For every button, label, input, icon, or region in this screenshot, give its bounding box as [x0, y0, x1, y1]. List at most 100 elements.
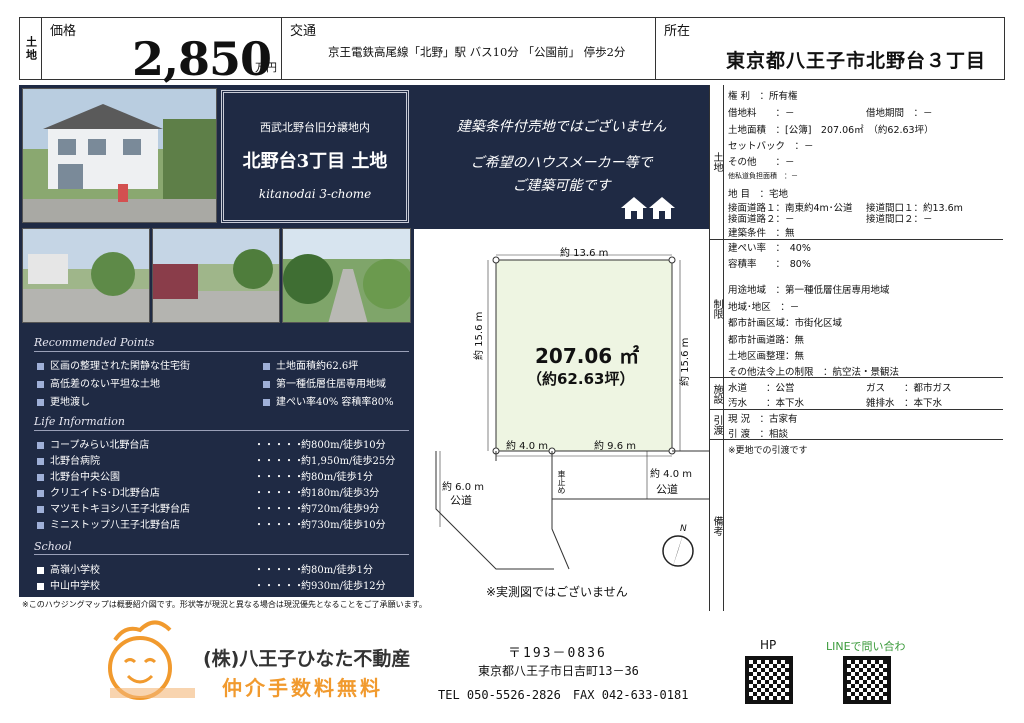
life-item-name: マツモトキヨシ八王子北野台店 — [50, 504, 190, 515]
life-item-distance: 約180m/徒歩3分 — [301, 488, 380, 499]
facilities-section: 施設 水道 ：公営 ガス ：都市ガス 汚水 ：本下水 雑排水 ：本下水 — [710, 378, 1003, 410]
restrictions-section: 制限 建ぺい率 ： 40% 容積率 ： 80% 用途地域 ：第一種低層住居専用地… — [710, 240, 1003, 378]
school-divider — [34, 554, 409, 555]
lease-fee: 借地料 ：－ — [728, 108, 795, 119]
notice-text: ※このハウジングマップは概要紹介図です。形状等が現況と異なる場合は現況優先となる… — [22, 600, 427, 609]
life-item-distance: 約1,950m/徒歩25分 — [301, 456, 396, 467]
leader-dots: ・・・・・ — [254, 488, 304, 499]
remarks-section-label: 備考 — [710, 440, 724, 611]
house-photo-image — [23, 89, 216, 222]
left-info-panel: 西武北野台旧分譲地内 北野台3丁目 土地 kitanodai 3-chome R… — [19, 85, 414, 597]
plan-bottom-left-dim: 約 4.0 m — [506, 441, 549, 452]
current-status: 現 況 ：古家有 — [728, 414, 798, 425]
recommended-right-3: 建ぺい率40% 容積率80% — [263, 393, 394, 408]
life-item-name: コープみらい北野台店 — [50, 440, 150, 451]
restrictions-section-label: 制限 — [710, 240, 724, 377]
life-item-distance: 約80m/徒歩1分 — [301, 472, 373, 483]
bullet-icon — [37, 458, 44, 465]
school-item: 中山中学校 — [37, 577, 100, 592]
recommended-right-2: 第一種低層住居専用地域 — [263, 375, 386, 390]
line-qr-code[interactable] — [843, 656, 891, 704]
life-item-distance: 約720m/徒歩9分 — [301, 504, 380, 515]
district: 地域･地区 ：－ — [728, 302, 800, 313]
recommended-right-3-text: 建ぺい率40% 容積率80% — [276, 397, 394, 408]
hp-label: HP — [760, 638, 777, 652]
hp-qr-code[interactable] — [745, 656, 793, 704]
facilities-section-label: 施設 — [710, 378, 724, 409]
street-photo-1-image — [23, 229, 149, 322]
car-stop-label: 車止め — [557, 470, 566, 494]
school-heading: School — [34, 540, 72, 553]
company-address: 東京都八王子市日吉町13－36 — [478, 664, 639, 678]
gas: ガス ：都市ガス — [866, 383, 952, 394]
bullet-icon — [37, 474, 44, 481]
school-item-distance: 約930m/徒歩12分 — [301, 581, 386, 592]
site-plan — [435, 254, 709, 570]
recommended-left-3-text: 更地渡し — [50, 397, 90, 408]
rights: 権 利 ：所有権 — [728, 91, 798, 102]
fee-free-slogan: 仲介手数料無料 — [222, 676, 383, 700]
leader-dots: ・・・・・ — [254, 520, 304, 531]
recommended-left-2-text: 高低差のない平坦な土地 — [50, 379, 160, 390]
recommended-left-2: 高低差のない平坦な土地 — [37, 375, 160, 390]
company-name: (株)八王子ひなた不動産 — [203, 648, 411, 670]
listing-romaji: kitanodai 3-chome — [258, 187, 372, 201]
life-heading: Life Information — [34, 415, 125, 428]
road-left-label: 公道 — [450, 494, 472, 507]
price-value: 2,850 — [132, 32, 272, 86]
price-cell: 価格 2,850 万円 — [42, 18, 282, 86]
leader-dots: ・・・・・ — [254, 504, 304, 515]
handover-section: 引渡 現 況 ：古家有 引 渡 ：相談 — [710, 410, 1003, 440]
school-item: 高嶺小学校 — [37, 561, 100, 576]
bullet-icon — [37, 490, 44, 497]
banner-line-1: 建築条件付売地ではございません — [456, 119, 667, 135]
sun-mascot-logo — [108, 620, 195, 700]
life-item-name: 北野台病院 — [50, 456, 100, 467]
life-item: マツモトキヨシ八王子北野台店 — [37, 500, 190, 515]
recommended-right-1-text: 土地面積約62.6坪 — [276, 361, 359, 372]
street-photo-2-image — [153, 229, 279, 322]
city-planning-zone: 都市計画区域：市街化区域 — [728, 318, 843, 329]
other: その他 ：－ — [728, 157, 795, 168]
life-item-distance: 約730m/徒歩10分 — [301, 520, 386, 531]
property-details-table: 土地 権 利 ：所有権 借地料 ：－ 借地期間 ：－ 土地面積 ：[公簿] 20… — [709, 85, 1003, 611]
life-item-distance: 約800m/徒歩10分 — [301, 440, 386, 451]
build-condition: 建築条件 ：無 — [728, 228, 795, 239]
listing-title: 北野台3丁目 土地 — [242, 151, 388, 172]
land-area: 土地面積 ：[公簿] 207.06㎡ （約62.63坪） — [728, 125, 934, 136]
listing-header: 土地 価格 2,850 万円 交通 京王電鉄高尾線「北野」駅 バス10分 「公園… — [19, 17, 1005, 86]
plan-disclaimer: ※実測図ではございません — [486, 585, 628, 599]
plan-left-dim: 約 15.6 m — [474, 311, 485, 360]
school-item-name: 高嶺小学校 — [50, 565, 100, 576]
floor-area-ratio: 容積率 ： 80% — [728, 259, 811, 270]
city-planning-road: 都市計画道路：無 — [728, 335, 805, 346]
road-right-width: 約 4.0 m — [650, 469, 693, 480]
life-item: 北野台中央公園 — [37, 468, 120, 483]
life-item-name: ミニストップ八王子北野台店 — [50, 520, 180, 531]
recommended-divider — [34, 351, 409, 352]
plan-top-dim: 約 13.6 m — [560, 248, 609, 259]
road-left-width: 約 6.0 m — [442, 482, 485, 493]
land-category: 地 目 ：宅地 — [728, 189, 789, 200]
company-footer: (株)八王子ひなた不動産 仲介手数料無料 〒193－0836 東京都八王子市日吉… — [0, 614, 1024, 723]
recommended-right-1: 土地面積約62.6坪 — [263, 357, 358, 372]
street-photo-3-image — [283, 229, 410, 322]
plan-area-tsubo: （約62.63坪） — [527, 370, 635, 388]
life-item: クリエイトS･D北野台店 — [37, 484, 160, 499]
street-photo-1 — [22, 228, 150, 323]
handover: 引 渡 ：相談 — [728, 429, 789, 440]
life-divider — [34, 430, 409, 431]
other-laws: その他法令上の制限 ：航空法・景観法 — [728, 367, 900, 378]
house-photo — [22, 88, 217, 223]
location-value: 東京都八王子市北野台３丁目 — [726, 50, 987, 72]
handover-section-label: 引渡 — [710, 410, 724, 439]
line-label: LINEで問い合わせ — [826, 640, 906, 652]
bullet-icon — [37, 567, 44, 574]
road-2-front: 接道間口２：－ — [866, 214, 933, 225]
company-contact: TEL 050-5526-2826 FAX 042-633-0181 — [438, 688, 689, 702]
land-section: 土地 権 利 ：所有権 借地料 ：－ 借地期間 ：－ 土地面積 ：[公簿] 20… — [710, 85, 1003, 240]
use-zone: 用途地域 ：第一種低層住居専用地域 — [728, 285, 890, 296]
lease-period: 借地期間 ：－ — [866, 108, 933, 119]
banner-line-3: ご建築可能です — [512, 178, 611, 194]
recommended-right-2-text: 第一種低層住居専用地域 — [276, 379, 386, 390]
